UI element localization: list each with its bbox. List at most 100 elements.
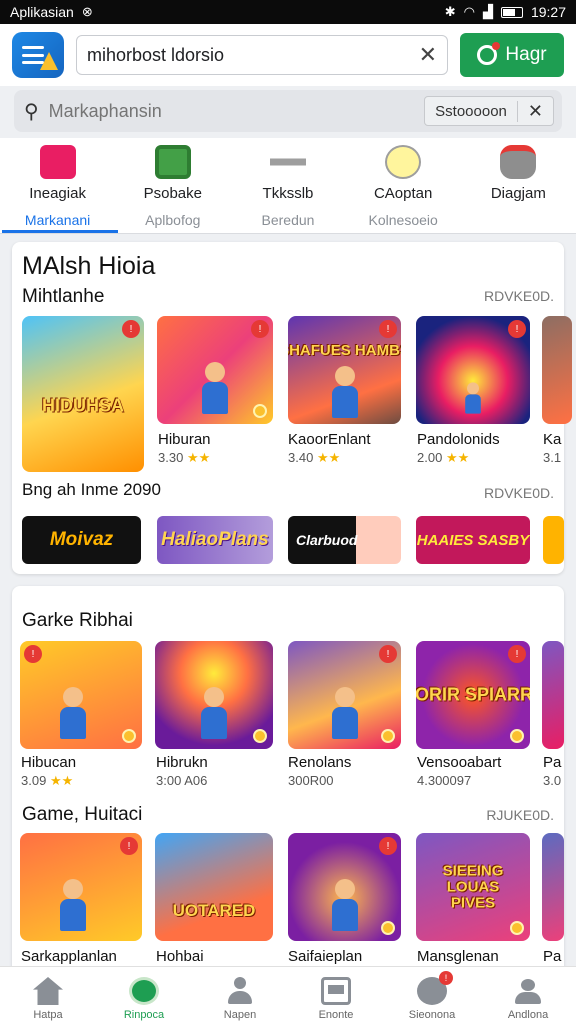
game-rating: 3.0 xyxy=(543,773,562,788)
character-figure xyxy=(197,687,231,739)
hot-badge-icon: ! xyxy=(24,645,42,663)
menu-logo-button[interactable] xyxy=(12,32,64,78)
message-icon: ! xyxy=(417,971,453,1005)
promo-banner[interactable]: HAAIES SASBY xyxy=(416,516,530,564)
game-name: Hibucan xyxy=(21,754,77,771)
search-input[interactable] xyxy=(48,100,415,122)
category-title: Diagjam xyxy=(490,185,546,202)
game-name: Sarkapplanlan xyxy=(21,948,117,965)
rating-stars-icon: ★★ xyxy=(186,450,211,465)
game-rating: 2.00 ★★ xyxy=(417,450,469,466)
coin-icon xyxy=(510,729,524,743)
game-tile[interactable]: ! xyxy=(20,833,142,941)
nav-item-screen[interactable]: Enonte xyxy=(288,967,384,1024)
game-tile[interactable]: ! SHAFUES HAMBS xyxy=(288,316,401,424)
promo-banner[interactable]: Moivaz xyxy=(22,516,141,564)
category-tab-1[interactable]: Ineagiak Markanani xyxy=(0,138,119,233)
rating-value: 3.40 xyxy=(288,450,314,465)
game-tile[interactable]: ! xyxy=(20,641,142,749)
game-tile[interactable]: UOTARED xyxy=(155,833,273,941)
search-icon: ⚲ xyxy=(24,100,39,123)
top-action-button[interactable]: Hagr xyxy=(460,33,564,77)
category-diagram-icon xyxy=(500,145,537,179)
hot-badge-icon: ! xyxy=(120,837,138,855)
character-figure xyxy=(463,382,483,414)
home-icon xyxy=(33,977,63,1005)
see-more-link[interactable]: RDVKE0D. xyxy=(484,288,554,304)
hot-badge-icon: ! xyxy=(379,837,397,855)
promo-banner[interactable]: HaliaoPlans xyxy=(157,516,273,564)
clear-url-icon[interactable]: ✕ xyxy=(419,42,437,68)
nav-label: Enonte xyxy=(318,1009,354,1021)
coin-icon xyxy=(253,729,267,743)
game-name: Renolans xyxy=(288,754,352,771)
category-game-icon xyxy=(154,145,191,179)
category-subtitle: Beredun xyxy=(261,212,315,228)
game-rating: 3.40 ★★ xyxy=(288,450,340,466)
game-tile[interactable]: ! xyxy=(157,316,273,424)
game-tile[interactable]: ! GORIR SPIARRS xyxy=(416,641,530,749)
games-card: Garke Ribhai ! ! ! GORIR SPIARRS Hibucan… xyxy=(12,586,564,986)
game-tile[interactable] xyxy=(155,641,273,749)
game-tile[interactable]: SIEEING LOUAS PIVES xyxy=(416,833,530,941)
category-title: Tkksslb xyxy=(262,185,314,202)
character-figure xyxy=(328,879,362,931)
promo-banner[interactable] xyxy=(543,516,564,564)
category-subtitle: Aplbofog xyxy=(145,212,201,228)
category-tab-4[interactable]: CAoptan Kolnesoeio xyxy=(346,138,461,233)
nav-item-home[interactable]: Hatpa xyxy=(0,967,96,1024)
rating-value: 2.00 xyxy=(417,450,443,465)
game-name: Mansglenan xyxy=(417,948,499,965)
nav-item-messages[interactable]: ! Sieonona xyxy=(384,967,480,1024)
nav-label: Andlona xyxy=(507,1009,549,1021)
app-status-icon: ⊗ xyxy=(81,4,93,19)
character-figure xyxy=(328,687,362,739)
category-tabs: Ineagiak Markanani Psobake Aplbofog Tkks… xyxy=(0,138,576,234)
nav-label: Napen xyxy=(223,1009,257,1021)
game-tile[interactable] xyxy=(542,833,564,941)
category-tab-3[interactable]: Tkksslb Beredun xyxy=(230,138,345,233)
category-title: Ineagiak xyxy=(29,185,86,202)
nav-label: Rinpoca xyxy=(123,1009,165,1021)
bluetooth-icon: ✱ xyxy=(444,4,456,19)
url-field[interactable]: ✕ xyxy=(76,35,448,75)
game-name: Saifaieplan xyxy=(288,948,363,965)
section-heading: Garke Ribhai xyxy=(22,610,133,631)
character-figure xyxy=(56,879,106,931)
coin-icon xyxy=(381,921,395,935)
see-more-link[interactable]: RDVKE0D. xyxy=(484,485,554,501)
game-tile[interactable]: ! HIDUHSA xyxy=(22,316,144,472)
game-tile[interactable] xyxy=(542,641,564,749)
person-icon xyxy=(225,977,255,1005)
game-rating: 3.09 ★★ xyxy=(21,773,73,789)
url-input[interactable] xyxy=(87,44,419,66)
game-name: Hohbai xyxy=(156,948,204,965)
coin-icon xyxy=(122,729,136,743)
game-tile[interactable]: ! xyxy=(288,833,401,941)
game-tile[interactable] xyxy=(542,316,572,424)
bottom-navigation: Hatpa Rinpoca Napen Enonte ! Sieonona An… xyxy=(0,966,576,1024)
nav-item-games[interactable]: Rinpoca xyxy=(96,967,192,1024)
category-tab-5[interactable]: Diagjam xyxy=(461,138,576,233)
category-tiles-icon xyxy=(39,145,76,179)
nav-item-profile[interactable]: Napen xyxy=(192,967,288,1024)
character-figure xyxy=(328,366,362,418)
promo-heading: Bng ah Inme 2090 xyxy=(22,480,161,499)
see-more-link[interactable]: RJUKE0D. xyxy=(486,807,554,823)
game-tile[interactable]: ! xyxy=(416,316,530,424)
hot-badge-icon: ! xyxy=(379,320,397,338)
featured-card: MAlsh Hioia Mihtlanhe RDVKE0D. ! HIDUHSA… xyxy=(12,242,572,574)
nav-item-community[interactable]: Andlona xyxy=(480,967,576,1024)
filter-chip-close-icon[interactable]: ✕ xyxy=(516,100,553,122)
category-subtitle: Markanani xyxy=(24,212,91,228)
notification-badge: ! xyxy=(439,971,453,985)
section-heading: Game, Huitaci xyxy=(22,804,143,825)
coin-icon xyxy=(510,921,524,935)
game-name: Hibrukn xyxy=(156,754,208,771)
game-tile[interactable]: ! xyxy=(288,641,401,749)
game-name: Pa xyxy=(543,754,562,771)
search-filter-chip[interactable]: Sstooooon ✕ xyxy=(424,96,554,126)
hot-badge-icon: ! xyxy=(508,645,526,663)
promo-banner[interactable]: Clarbuod xyxy=(288,516,401,564)
category-tab-2[interactable]: Psobake Aplbofog xyxy=(115,138,230,233)
